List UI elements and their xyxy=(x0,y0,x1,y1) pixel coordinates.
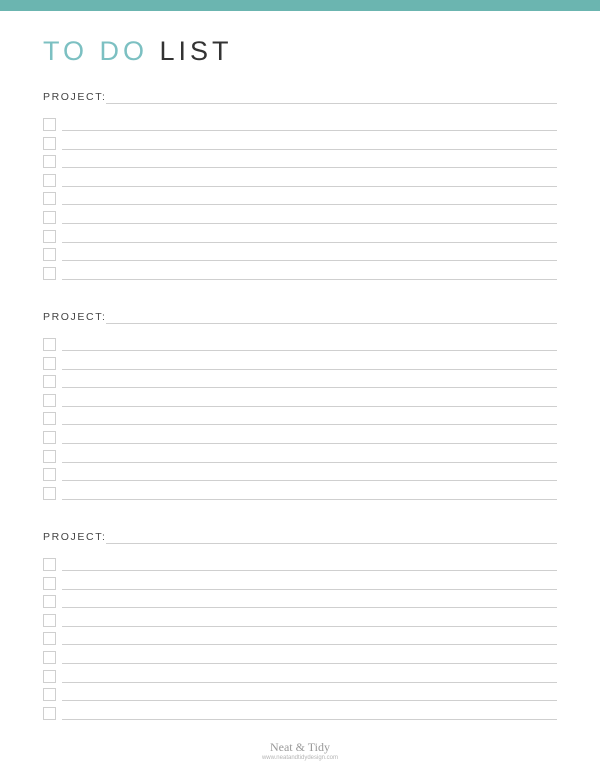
todo-item xyxy=(43,486,557,501)
todo-item xyxy=(43,431,557,445)
todo-item xyxy=(43,136,557,151)
checkbox[interactable] xyxy=(43,595,56,609)
todo-item xyxy=(43,173,557,188)
todo-text-line[interactable] xyxy=(62,278,557,280)
todo-text-line[interactable] xyxy=(62,700,557,702)
project-name-field[interactable] xyxy=(106,543,557,544)
todo-item xyxy=(43,338,557,352)
project-label: PROJECT: xyxy=(43,91,107,103)
todo-text-line[interactable] xyxy=(62,607,557,609)
checkbox[interactable] xyxy=(43,486,56,500)
todo-text-line[interactable] xyxy=(62,241,557,243)
title-list: LIST xyxy=(159,36,233,66)
checkbox[interactable] xyxy=(43,229,56,243)
todo-text-line[interactable] xyxy=(62,350,557,351)
todo-item xyxy=(43,613,557,628)
top-accent-bar xyxy=(0,0,600,11)
project-name-field[interactable] xyxy=(106,103,557,104)
todo-text-line[interactable] xyxy=(62,718,557,720)
checkbox[interactable] xyxy=(43,393,56,407)
checkbox[interactable] xyxy=(43,266,56,280)
checkbox[interactable] xyxy=(43,449,56,463)
todo-item xyxy=(43,688,557,702)
brand-url: www.neatandtidydesign.com xyxy=(261,755,339,761)
todo-item xyxy=(43,229,557,244)
todo-item xyxy=(43,248,557,262)
todo-text-line[interactable] xyxy=(62,663,557,664)
todo-text-line[interactable] xyxy=(62,130,557,131)
todo-item xyxy=(43,192,557,206)
todo-text-line[interactable] xyxy=(62,588,557,590)
todo-text-line[interactable] xyxy=(62,387,557,389)
todo-text-line[interactable] xyxy=(62,368,557,370)
project-section: PROJECT: xyxy=(43,311,557,511)
checkbox[interactable] xyxy=(43,669,56,683)
page-title: TO DO LIST xyxy=(43,36,233,67)
checkbox[interactable] xyxy=(43,155,56,169)
todo-text-line[interactable] xyxy=(62,625,557,627)
todo-text-line[interactable] xyxy=(62,167,557,169)
checkbox[interactable] xyxy=(43,118,56,131)
checkbox[interactable] xyxy=(43,248,56,262)
todo-item xyxy=(43,118,557,132)
checkbox[interactable] xyxy=(43,173,56,187)
project-section: PROJECT: xyxy=(43,91,557,291)
todo-item xyxy=(43,651,557,665)
todo-text-line[interactable] xyxy=(62,498,557,500)
project-header: PROJECT: xyxy=(43,91,557,107)
checkbox[interactable] xyxy=(43,613,56,627)
title-to-do: TO DO xyxy=(43,36,149,66)
todo-text-line[interactable] xyxy=(62,260,557,262)
todo-text-line[interactable] xyxy=(62,223,557,224)
todo-text-line[interactable] xyxy=(62,148,557,150)
checkbox[interactable] xyxy=(43,192,56,206)
todo-item xyxy=(43,375,557,389)
checkbox[interactable] xyxy=(43,651,56,664)
checkbox[interactable] xyxy=(43,338,56,351)
todo-item xyxy=(43,211,557,225)
todo-text-line[interactable] xyxy=(62,681,557,683)
checkbox[interactable] xyxy=(43,688,56,702)
project-label: PROJECT: xyxy=(43,531,107,543)
project-name-field[interactable] xyxy=(106,323,557,324)
todo-text-line[interactable] xyxy=(62,185,557,187)
todo-text-line[interactable] xyxy=(62,405,557,407)
todo-text-line[interactable] xyxy=(62,480,557,482)
checkbox[interactable] xyxy=(43,576,56,590)
todo-text-line[interactable] xyxy=(62,424,557,426)
todo-text-line[interactable] xyxy=(62,461,557,463)
checkbox[interactable] xyxy=(43,468,56,482)
todo-item xyxy=(43,266,557,281)
project-label: PROJECT: xyxy=(43,311,107,323)
todo-text-line[interactable] xyxy=(62,204,557,206)
todo-text-line[interactable] xyxy=(62,443,557,444)
todo-item xyxy=(43,468,557,482)
checkbox[interactable] xyxy=(43,412,56,426)
todo-text-line[interactable] xyxy=(62,570,557,571)
todo-item xyxy=(43,393,557,408)
todo-item xyxy=(43,632,557,646)
brand-name: Neat & Tidy xyxy=(269,740,330,754)
todo-item xyxy=(43,669,557,684)
checkbox[interactable] xyxy=(43,632,56,646)
todo-item xyxy=(43,449,557,464)
checkbox[interactable] xyxy=(43,211,56,224)
checkbox[interactable] xyxy=(43,356,56,370)
todo-item xyxy=(43,155,557,169)
todo-item xyxy=(43,558,557,572)
todo-text-line[interactable] xyxy=(62,644,557,646)
project-header: PROJECT: xyxy=(43,311,557,327)
project-header: PROJECT: xyxy=(43,531,557,547)
todo-item xyxy=(43,356,557,371)
checkbox[interactable] xyxy=(43,375,56,389)
todo-item xyxy=(43,595,557,609)
project-section: PROJECT: xyxy=(43,531,557,731)
checkbox[interactable] xyxy=(43,431,56,444)
todo-item xyxy=(43,706,557,721)
todo-item xyxy=(43,576,557,591)
checkbox[interactable] xyxy=(43,706,56,720)
checkbox[interactable] xyxy=(43,136,56,150)
todo-item xyxy=(43,412,557,426)
checkbox[interactable] xyxy=(43,558,56,571)
